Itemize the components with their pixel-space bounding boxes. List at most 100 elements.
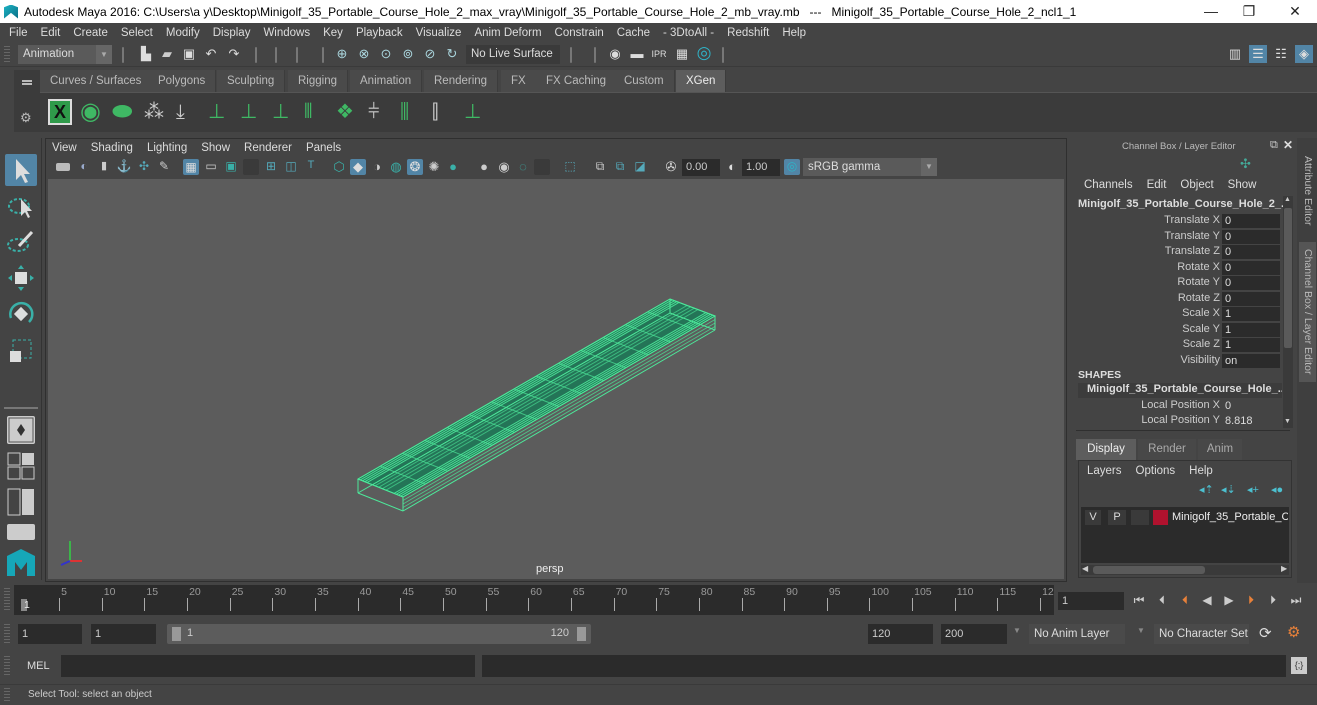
menu-visualize[interactable]: Visualize [416,27,462,39]
new-scene-icon[interactable]: ▙ [137,45,155,63]
auto-key-icon[interactable]: ⟳ [1259,624,1272,642]
redo-icon[interactable]: ↷ [225,45,243,63]
menu-create[interactable]: Create [73,27,108,39]
shadows-icon[interactable]: ✺ [426,159,442,175]
channel-row[interactable]: Scale X1 [1072,307,1282,322]
step-back-key-icon[interactable]: ⏴ [1177,592,1193,608]
animation-end-field[interactable]: 200 [941,624,1007,644]
stacked-layout-button[interactable] [7,524,35,540]
scroll-left-icon[interactable]: ◀ [1082,564,1088,573]
xgen-place-guides-icon[interactable]: ⤓ [176,97,204,127]
3d-viewport[interactable]: persp [48,179,1064,579]
character-set-dropdown[interactable]: No Character Set [1154,624,1249,644]
channel-row[interactable]: Rotate Z0 [1072,291,1282,307]
animation-preferences-icon[interactable]: ⚙ [1287,623,1300,641]
xray-icon[interactable]: ⬚ [562,159,578,175]
viewport-menu-show[interactable]: Show [201,142,230,154]
channel-value[interactable]: 8.818 [1222,414,1280,428]
shelf-tab-custom[interactable]: Custom [614,70,675,92]
layer-tab-anim[interactable]: Anim [1198,439,1242,460]
scrollbar-thumb[interactable] [1284,208,1292,348]
channel-row[interactable]: Rotate X0 [1072,260,1282,276]
menu-key[interactable]: Key [323,27,343,39]
go-to-end-icon[interactable]: ⏭ [1288,592,1304,608]
color-management-icon[interactable]: ◎ [784,159,800,175]
depth-of-field-icon[interactable]: ◌ [515,159,531,175]
shelf-tab-animation[interactable]: Animation [350,70,423,92]
menuset-dropdown[interactable]: Animation ▼ [18,45,112,64]
xray-components-icon[interactable]: ⧉ [612,159,628,175]
wireframe-model[interactable] [48,179,1064,579]
layer-menu-layers[interactable]: Layers [1087,465,1122,477]
layer-tab-render[interactable]: Render [1138,439,1196,460]
select-tool[interactable] [5,154,37,186]
object-name[interactable]: Minigolf_35_Portable_Course_Hole_2_... [1078,198,1290,210]
display-backface-icon[interactable]: ◪ [632,159,648,175]
scroll-right-icon[interactable]: ▶ [1281,564,1287,573]
open-scene-icon[interactable]: ▰ [158,45,176,63]
xray-joints-icon[interactable]: ⧉ [592,159,608,175]
xgen-sculpt-guide-icon[interactable]: ⊥ [240,97,268,127]
layer-visibility-toggle[interactable]: V [1085,510,1101,525]
screen-space-ao-icon[interactable]: ● [445,159,461,175]
channel-row[interactable]: Scale Z1 [1072,338,1282,353]
move-layer-down-icon[interactable]: ◂⇣ [1221,483,1236,496]
bookmark-icon[interactable]: ▮ [96,159,112,175]
wireframe-on-shaded-icon[interactable]: ◑ [369,159,385,175]
range-slider[interactable]: 1 120 [167,624,591,644]
channel-value[interactable]: 1 [1222,307,1280,321]
channel-row[interactable]: Scale Y1 [1072,322,1282,338]
move-tool[interactable] [5,262,37,294]
layer-row[interactable]: V P Minigolf_35_Portable_Co [1081,509,1289,527]
toolbar-grip[interactable] [4,46,10,63]
close-button[interactable]: ✕ [1272,0,1317,23]
channel-value[interactable]: 0 [1222,214,1280,228]
wireframe-icon[interactable]: ⬡ [331,159,347,175]
shelf-tab-curves-surfaces[interactable]: Curves / Surfaces [40,70,153,92]
viewport-menu-lighting[interactable]: Lighting [147,142,187,154]
viewport-menu-renderer[interactable]: Renderer [244,142,292,154]
shelf-tab-fx[interactable]: FX [501,70,537,92]
xgen-clear-preview-icon[interactable]: ⬬ [112,97,140,127]
menu-playback[interactable]: Playback [356,27,403,39]
viewport-menu-shading[interactable]: Shading [91,142,133,154]
render-settings-icon[interactable]: ▦ [673,45,691,63]
save-scene-icon[interactable]: ▣ [180,45,198,63]
channel-row[interactable]: Translate X0 [1072,214,1282,229]
menu-cache[interactable]: Cache [617,27,650,39]
layer-menu-options[interactable]: Options [1136,465,1176,477]
timeline-grip[interactable] [4,588,10,612]
undo-icon[interactable]: ↶ [202,45,220,63]
exposure-icon[interactable]: ✇ [663,159,679,175]
live-surface-field[interactable]: No Live Surface [466,45,560,64]
hypershade-icon[interactable]: ◎ [695,44,713,62]
rotate-tool[interactable] [5,298,37,330]
scrollbar-thumb[interactable] [1093,566,1205,574]
shelf-tab-xgen[interactable]: XGen [676,70,727,92]
shelf-tab-rigging[interactable]: Rigging [288,70,348,92]
restore-button[interactable]: ❐ [1226,0,1272,23]
xgen-add-guide-icon[interactable]: ⊥ [208,97,236,127]
xgen-density-icon[interactable]: ❖ [336,97,364,127]
grid-toggle-icon[interactable]: ▦ [183,159,199,175]
command-input[interactable] [61,655,475,677]
render-frame-icon[interactable]: ▬ [628,45,646,63]
menu-select[interactable]: Select [121,27,153,39]
xgen-window-icon[interactable]: X [48,99,72,125]
go-to-start-icon[interactable]: ⏮ [1131,592,1147,608]
snap-to-point-icon[interactable]: ↻ [443,45,461,63]
layer-tab-display[interactable]: Display [1076,439,1136,460]
layer-name[interactable]: Minigolf_35_Portable_Co [1172,511,1288,523]
float-panel-icon[interactable]: ⧉ [1270,139,1278,152]
channel-row[interactable]: Translate Y0 [1072,229,1282,245]
menu-modify[interactable]: Modify [166,27,200,39]
scale-tool[interactable] [5,334,37,366]
step-forward-key-icon[interactable]: ⏵ [1243,592,1259,608]
anim-layer-dropdown[interactable]: No Anim Layer [1029,624,1125,644]
snap-to-curve-icon[interactable]: ⊘ [421,45,439,63]
channel-value[interactable]: 1 [1222,322,1280,337]
cb-menu-edit[interactable]: Edit [1147,179,1167,191]
scroll-up-icon[interactable]: ▲ [1284,196,1291,203]
color-space-dropdown[interactable]: sRGB gamma ▼ [803,158,937,176]
cb-menu-show[interactable]: Show [1228,179,1257,191]
